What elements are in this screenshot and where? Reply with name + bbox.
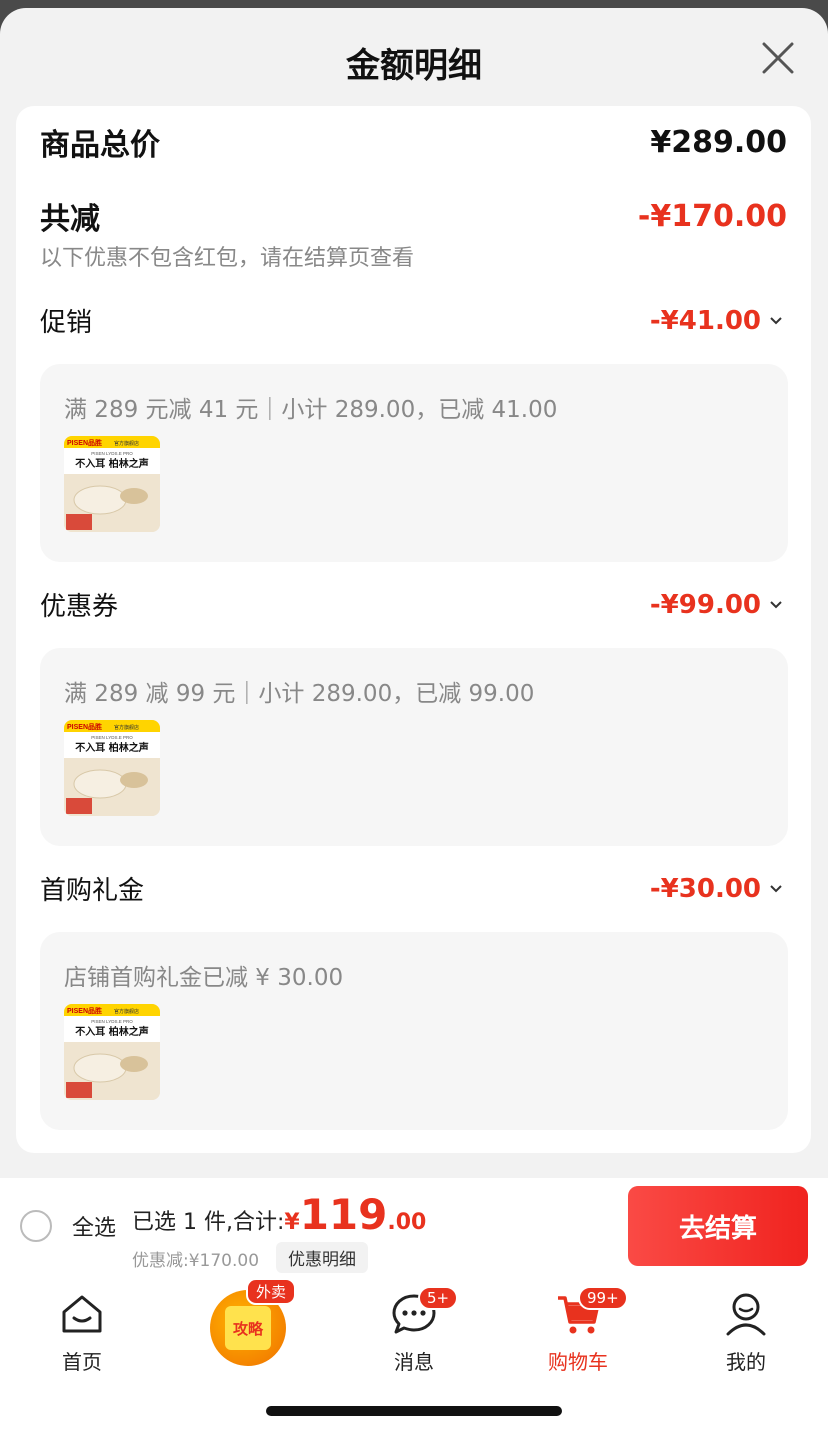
section-value: -¥41.00 xyxy=(649,305,761,336)
product-image-icon: PISEN品胜 官方旗舰店 PISEN LYDS.E PRO 不入耳 柏林之声 xyxy=(64,720,160,816)
close-icon[interactable] xyxy=(758,38,798,78)
total-currency: ¥ xyxy=(284,1210,300,1235)
product-thumbnail[interactable]: PISEN品胜 官方旗舰店 PISEN LYDS.E PRO 不入耳 柏林之声 xyxy=(64,1004,160,1100)
section-label: 首购礼金 xyxy=(40,876,145,906)
svg-text:官方旗舰店: 官方旗舰店 xyxy=(114,724,139,731)
tab-home[interactable]: 首页 xyxy=(22,1290,142,1375)
user-icon xyxy=(726,1293,766,1336)
svg-text:官方旗舰店: 官方旗舰店 xyxy=(114,440,139,447)
tab-label: 首页 xyxy=(62,1350,102,1374)
tab-cart[interactable]: 99+ 购物车 xyxy=(518,1286,638,1375)
svg-text:PISEN LYDS.E PRO: PISEN LYDS.E PRO xyxy=(91,1019,133,1024)
messages-badge: 5+ xyxy=(418,1286,459,1310)
discount-amount: 优惠减:¥170.00 xyxy=(132,1251,260,1271)
section-label: 促销 xyxy=(40,308,93,338)
svg-text:不入耳 柏林之声: 不入耳 柏林之声 xyxy=(75,741,148,754)
svg-text:PISEN品胜: PISEN品胜 xyxy=(67,1006,102,1015)
total-reduce-value: -¥170.00 xyxy=(637,198,787,234)
total-amount-int: 119 xyxy=(299,1190,388,1239)
promo-badge: 外卖 xyxy=(246,1278,297,1305)
cart-badge: 99+ xyxy=(578,1286,628,1310)
product-image-icon: PISEN品胜 官方旗舰店 PISEN LYDS.E PRO 不入耳 柏林之声 xyxy=(64,436,160,532)
section-coupon-header[interactable]: 优惠券 -¥99.00 xyxy=(40,586,787,623)
total-amount-dec: .00 xyxy=(387,1210,427,1235)
product-image-icon: PISEN品胜 官方旗舰店 PISEN LYDS.E PRO 不入耳 柏林之声 xyxy=(64,1004,160,1100)
chevron-down-icon xyxy=(770,316,782,324)
section-detail-text: 满 289 减 99 元｜小计 289.00，已减 99.00 xyxy=(64,681,535,707)
svg-text:PISEN LYDS.E PRO: PISEN LYDS.E PRO xyxy=(91,735,133,740)
svg-text:不入耳 柏林之声: 不入耳 柏林之声 xyxy=(75,457,148,470)
select-all-radio[interactable] xyxy=(20,1210,52,1242)
svg-text:PISEN LYDS.E PRO: PISEN LYDS.E PRO xyxy=(91,451,133,456)
svg-text:PISEN品胜: PISEN品胜 xyxy=(67,722,102,731)
tab-label: 我的 xyxy=(726,1350,766,1374)
tab-messages[interactable]: 5+ 消息 xyxy=(354,1286,474,1375)
checkout-button[interactable]: 去结算 xyxy=(628,1186,808,1266)
section-detail-box: 店铺首购礼金已减 ¥ 30.00 PISEN品胜 官方旗舰店 PISEN LYD… xyxy=(40,932,788,1130)
total-price-label: 商品总价 xyxy=(40,128,160,163)
svg-text:官方旗舰店: 官方旗舰店 xyxy=(114,1008,139,1015)
tab-promo[interactable]: 攻略 外卖 xyxy=(210,1278,297,1366)
home-icon xyxy=(62,1295,102,1333)
section-detail-box: 满 289 元减 41 元｜小计 289.00，已减 41.00 PISEN品胜… xyxy=(40,364,788,562)
total-reduce-label: 共减 xyxy=(40,202,100,237)
chevron-down-icon xyxy=(770,884,782,892)
section-detail-text: 满 289 元减 41 元｜小计 289.00，已减 41.00 xyxy=(64,397,558,423)
section-value: -¥30.00 xyxy=(649,873,761,904)
amount-detail-sheet: 金额明细 商品总价 ¥289.00 共减 -¥170.00 以下优惠不包含红包，… xyxy=(0,8,828,1442)
discount-note: 以下优惠不包含红包，请在结算页查看 xyxy=(40,246,415,271)
sheet-title: 金额明细 xyxy=(346,46,482,86)
selected-text: 已选 1 件,合计: xyxy=(132,1210,285,1235)
bottom-tabbar: 首页 攻略 外卖 5+ 消息 99+ 购物车 我的 xyxy=(0,1274,828,1442)
product-thumbnail[interactable]: PISEN品胜 官方旗舰店 PISEN LYDS.E PRO 不入耳 柏林之声 xyxy=(64,720,160,816)
section-detail-text: 店铺首购礼金已减 ¥ 30.00 xyxy=(64,965,344,991)
product-thumbnail[interactable]: PISEN品胜 官方旗舰店 PISEN LYDS.E PRO 不入耳 柏林之声 xyxy=(64,436,160,532)
tab-label: 消息 xyxy=(394,1350,434,1374)
total-price-row: 商品总价 ¥289.00 xyxy=(40,120,787,164)
sheet-header: 金额明细 xyxy=(0,8,828,108)
section-promotion-header[interactable]: 促销 -¥41.00 xyxy=(40,302,787,339)
total-price-value: ¥289.00 xyxy=(650,124,787,160)
tab-me[interactable]: 我的 xyxy=(686,1290,806,1375)
checkout-bar: 全选 已选 1 件,合计: ¥ 119 .00 优惠减:¥170.00 优惠明细… xyxy=(0,1178,828,1274)
svg-text:不入耳 柏林之声: 不入耳 柏林之声 xyxy=(75,1025,148,1038)
svg-text:PISEN品胜: PISEN品胜 xyxy=(67,438,102,447)
section-first-purchase-header[interactable]: 首购礼金 -¥30.00 xyxy=(40,870,787,907)
tab-label: 购物车 xyxy=(548,1350,608,1374)
home-indicator xyxy=(266,1406,562,1416)
section-detail-box: 满 289 减 99 元｜小计 289.00，已减 99.00 PISEN品胜 … xyxy=(40,648,788,846)
section-value: -¥99.00 xyxy=(649,589,761,620)
section-label: 优惠券 xyxy=(40,592,119,622)
promo-text: 攻略 xyxy=(225,1306,271,1350)
discount-detail-link[interactable]: 优惠明细 xyxy=(276,1242,368,1273)
chevron-down-icon xyxy=(770,600,782,608)
selected-summary: 已选 1 件,合计: ¥ 119 .00 xyxy=(132,1190,426,1239)
detail-card: 商品总价 ¥289.00 共减 -¥170.00 以下优惠不包含红包，请在结算页… xyxy=(16,106,811,1153)
select-all-label[interactable]: 全选 xyxy=(72,1210,116,1242)
total-reduce-row: 共减 -¥170.00 xyxy=(40,194,787,238)
